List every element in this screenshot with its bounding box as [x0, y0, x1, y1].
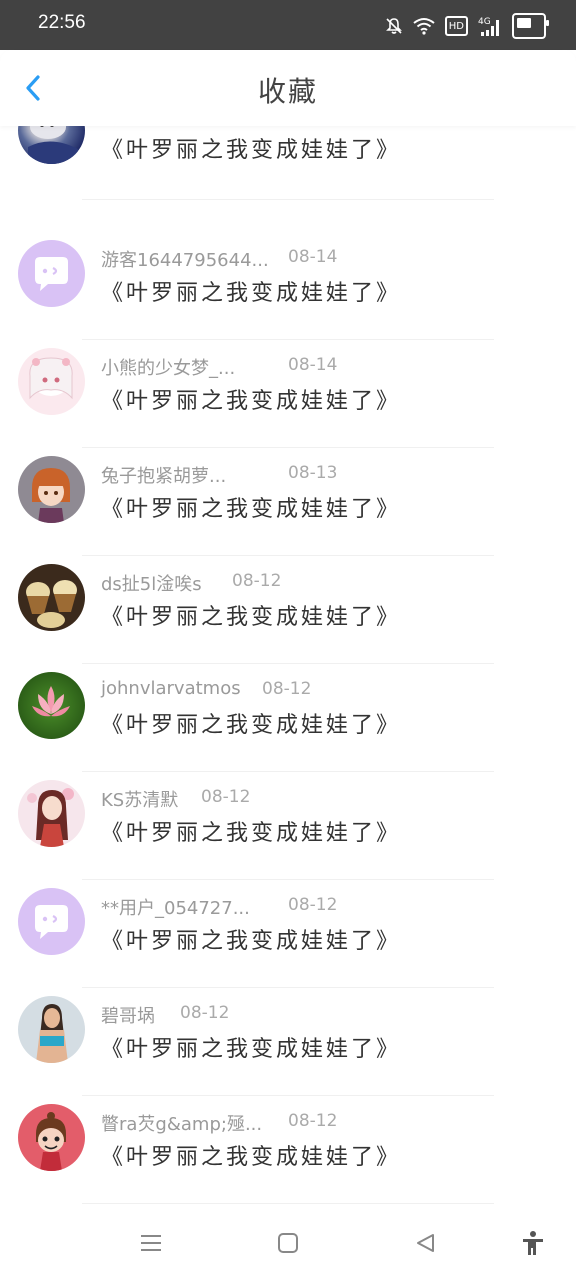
item-title[interactable]: 《叶罗丽之我变成娃娃了》: [101, 1139, 401, 1171]
network-type: 4G: [478, 17, 491, 27]
avatar[interactable]: [18, 996, 85, 1063]
favorites-list[interactable]: swimmonwertocha 08-14 《叶罗丽之我变成娃娃了》 游客164…: [0, 126, 576, 1206]
accessibility-button[interactable]: [518, 1228, 548, 1258]
username[interactable]: 瞥ra芡g&amp;殛...: [101, 1110, 262, 1136]
list-item[interactable]: KS苏清默 08-12 《叶罗丽之我变成娃娃了》: [0, 740, 576, 880]
divider: [82, 1203, 494, 1204]
username[interactable]: 游客1644795644...: [101, 246, 269, 272]
hd-badge: HD: [444, 16, 468, 36]
status-time: 22:56: [38, 12, 86, 33]
menu-icon: [141, 1235, 161, 1251]
avatar[interactable]: [18, 456, 85, 523]
avatar[interactable]: [18, 348, 85, 415]
back-nav-button[interactable]: [410, 1228, 440, 1258]
item-title[interactable]: 《叶罗丽之我变成娃娃了》: [101, 383, 401, 415]
item-date: 08-13: [288, 463, 338, 483]
item-date: 08-12: [180, 1003, 230, 1023]
username[interactable]: 兔子抱紧胡萝...: [101, 462, 226, 488]
menu-button[interactable]: [136, 1228, 166, 1258]
mute-icon: [385, 15, 403, 37]
triangle-back-icon: [417, 1234, 434, 1252]
list-item[interactable]: 游客1644795644... 08-14 《叶罗丽之我变成娃娃了》: [0, 200, 576, 340]
item-title[interactable]: 《叶罗丽之我变成娃娃了》: [101, 707, 401, 739]
username[interactable]: 碧哥埚: [101, 1002, 155, 1028]
username[interactable]: **用户_054727...: [101, 894, 250, 920]
item-title[interactable]: 《叶罗丽之我变成娃娃了》: [101, 599, 401, 631]
signal-icon: 4G: [478, 15, 502, 37]
item-date: 08-12: [288, 895, 338, 915]
username[interactable]: 小熊的少女梦_...: [101, 354, 235, 380]
home-button[interactable]: [273, 1228, 303, 1258]
app-header: 收藏: [0, 50, 576, 126]
item-date: 08-12: [262, 679, 312, 699]
item-date: 08-14: [288, 247, 338, 267]
item-date: 08-12: [201, 787, 251, 807]
item-title[interactable]: 《叶罗丽之我变成娃娃了》: [101, 275, 401, 307]
item-date: 08-12: [232, 571, 282, 591]
square-icon: [278, 1233, 298, 1253]
page-title: 收藏: [257, 75, 318, 108]
avatar[interactable]: [18, 780, 85, 847]
item-date: 08-14: [288, 355, 338, 375]
wifi-icon: [413, 15, 435, 37]
avatar[interactable]: [18, 126, 85, 164]
list-item[interactable]: **用户_054727... 08-12 《叶罗丽之我变成娃娃了》: [0, 848, 576, 988]
default-avatar-icon[interactable]: [18, 240, 85, 307]
list-item[interactable]: 兔子抱紧胡萝... 08-13 《叶罗丽之我变成娃娃了》: [0, 416, 576, 556]
list-item[interactable]: 瞥ra芡g&amp;殛... 08-12 《叶罗丽之我变成娃娃了》: [0, 1064, 576, 1204]
username[interactable]: KS苏清默: [101, 786, 178, 812]
battery-icon: [512, 13, 549, 39]
item-title[interactable]: 《叶罗丽之我变成娃娃了》: [101, 1031, 401, 1063]
username[interactable]: johnvlarvatmos: [101, 678, 241, 699]
avatar[interactable]: [18, 1104, 85, 1171]
item-title[interactable]: 《叶罗丽之我变成娃娃了》: [101, 923, 401, 955]
item-title[interactable]: 《叶罗丽之我变成娃娃了》: [101, 132, 401, 164]
item-title[interactable]: 《叶罗丽之我变成娃娃了》: [101, 815, 401, 847]
default-avatar-icon[interactable]: [18, 888, 85, 955]
status-bar: 22:56 HD 4G: [0, 0, 576, 50]
item-title[interactable]: 《叶罗丽之我变成娃娃了》: [101, 491, 401, 523]
avatar[interactable]: [18, 672, 85, 739]
avatar[interactable]: [18, 564, 85, 631]
system-nav-bar: [0, 1206, 576, 1280]
list-item[interactable]: 碧哥埚 08-12 《叶罗丽之我变成娃娃了》: [0, 956, 576, 1096]
list-item[interactable]: 小熊的少女梦_... 08-14 《叶罗丽之我变成娃娃了》: [0, 308, 576, 448]
list-item[interactable]: johnvlarvatmos 08-12 《叶罗丽之我变成娃娃了》: [0, 632, 576, 772]
list-item[interactable]: swimmonwertocha 08-14 《叶罗丽之我变成娃娃了》: [0, 126, 576, 200]
username[interactable]: ds扯5l淦唉s: [101, 570, 202, 596]
list-item[interactable]: ds扯5l淦唉s 08-12 《叶罗丽之我变成娃娃了》: [0, 524, 576, 664]
item-date: 08-12: [288, 1111, 338, 1131]
accessibility-icon: [523, 1231, 543, 1255]
